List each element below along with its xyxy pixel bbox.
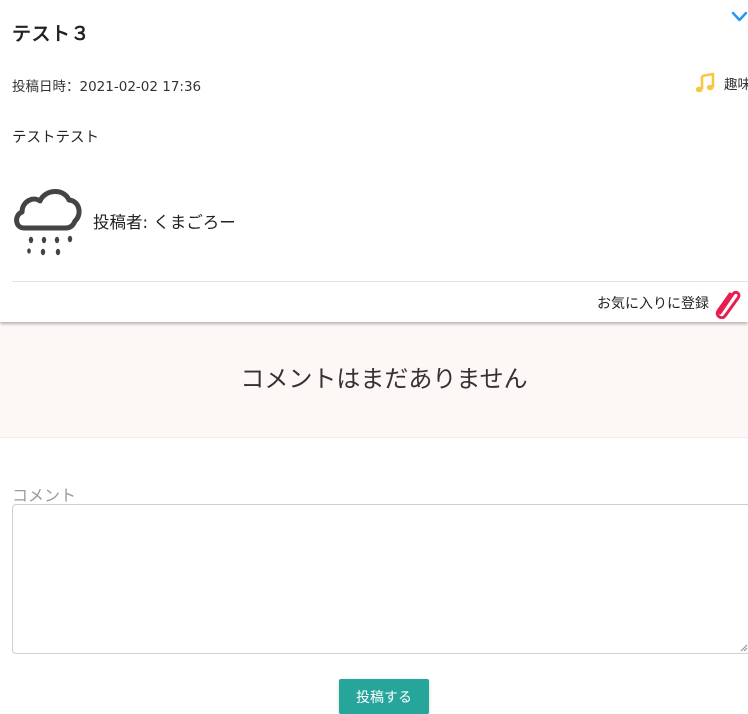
no-comments-message: コメントはまだありません: [240, 365, 528, 393]
favorite-label: お気に入りに登録: [597, 296, 709, 312]
submit-comment-button[interactable]: 投稿する: [339, 679, 429, 714]
comment-input[interactable]: [12, 504, 748, 654]
music-note-icon: [695, 72, 715, 93]
comment-field-label: コメント: [12, 486, 77, 505]
rain-cloud-icon: [14, 189, 82, 256]
category-label: 趣味: [724, 77, 748, 93]
post-card: テスト３ 投稿日時：2021-02-02 17:36 趣味 テストテスト 投稿者…: [0, 0, 748, 322]
post-category: 趣味: [694, 72, 748, 94]
no-comments-panel: コメントはまだありません: [0, 322, 748, 438]
resize-handle-icon[interactable]: [740, 644, 748, 652]
post-author: 投稿者: くまごろー: [93, 213, 236, 232]
paperclip-icon: [715, 290, 741, 319]
post-body: テストテスト: [12, 130, 99, 146]
post-title: テスト３: [12, 23, 91, 45]
post-date: 投稿日時：2021-02-02 17:36: [12, 79, 202, 95]
chevron-down-icon[interactable]: [731, 10, 748, 24]
card-divider: [12, 281, 748, 282]
favorite-button[interactable]: お気に入りに登録: [597, 287, 741, 319]
